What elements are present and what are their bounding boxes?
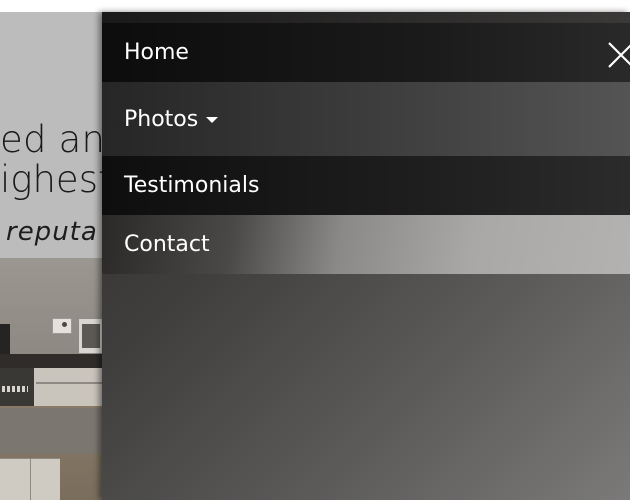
menu-item-contact[interactable]: Contact (102, 215, 630, 274)
menu-item-photos-label: Photos (124, 106, 199, 132)
hero-tagline: reputa (6, 217, 98, 247)
top-strip (0, 0, 630, 12)
menu-item-photos[interactable]: Photos (102, 82, 630, 156)
microwave-door (82, 324, 100, 348)
background-page: ed and ighest reputa (0, 12, 102, 500)
menu-top-strip (102, 12, 630, 23)
caret-down-icon (206, 117, 219, 123)
cabinet-drawer-line (36, 382, 102, 384)
lower-cabinet-divider (30, 458, 31, 500)
hero-heading-line-1: ed and (0, 118, 102, 161)
menu-item-home[interactable]: Home (102, 23, 630, 82)
menu-item-contact-label: Contact (124, 232, 210, 257)
kitchen-counter (0, 354, 102, 368)
kitchen-island (0, 408, 102, 454)
wall-socket-switch (62, 322, 67, 327)
close-icon (608, 42, 630, 68)
oven-knobs (2, 386, 28, 392)
close-menu-button[interactable] (606, 40, 630, 68)
hero-heading-line-2: ighest (0, 158, 102, 201)
menu-item-home-label: Home (124, 40, 189, 65)
menu-item-testimonials-label: Testimonials (124, 173, 260, 198)
kitchen-photo (0, 258, 102, 500)
knife-block (0, 324, 10, 354)
side-navigation-menu: Home Photos Testimonials Contact (102, 12, 630, 500)
menu-item-testimonials[interactable]: Testimonials (102, 156, 630, 215)
